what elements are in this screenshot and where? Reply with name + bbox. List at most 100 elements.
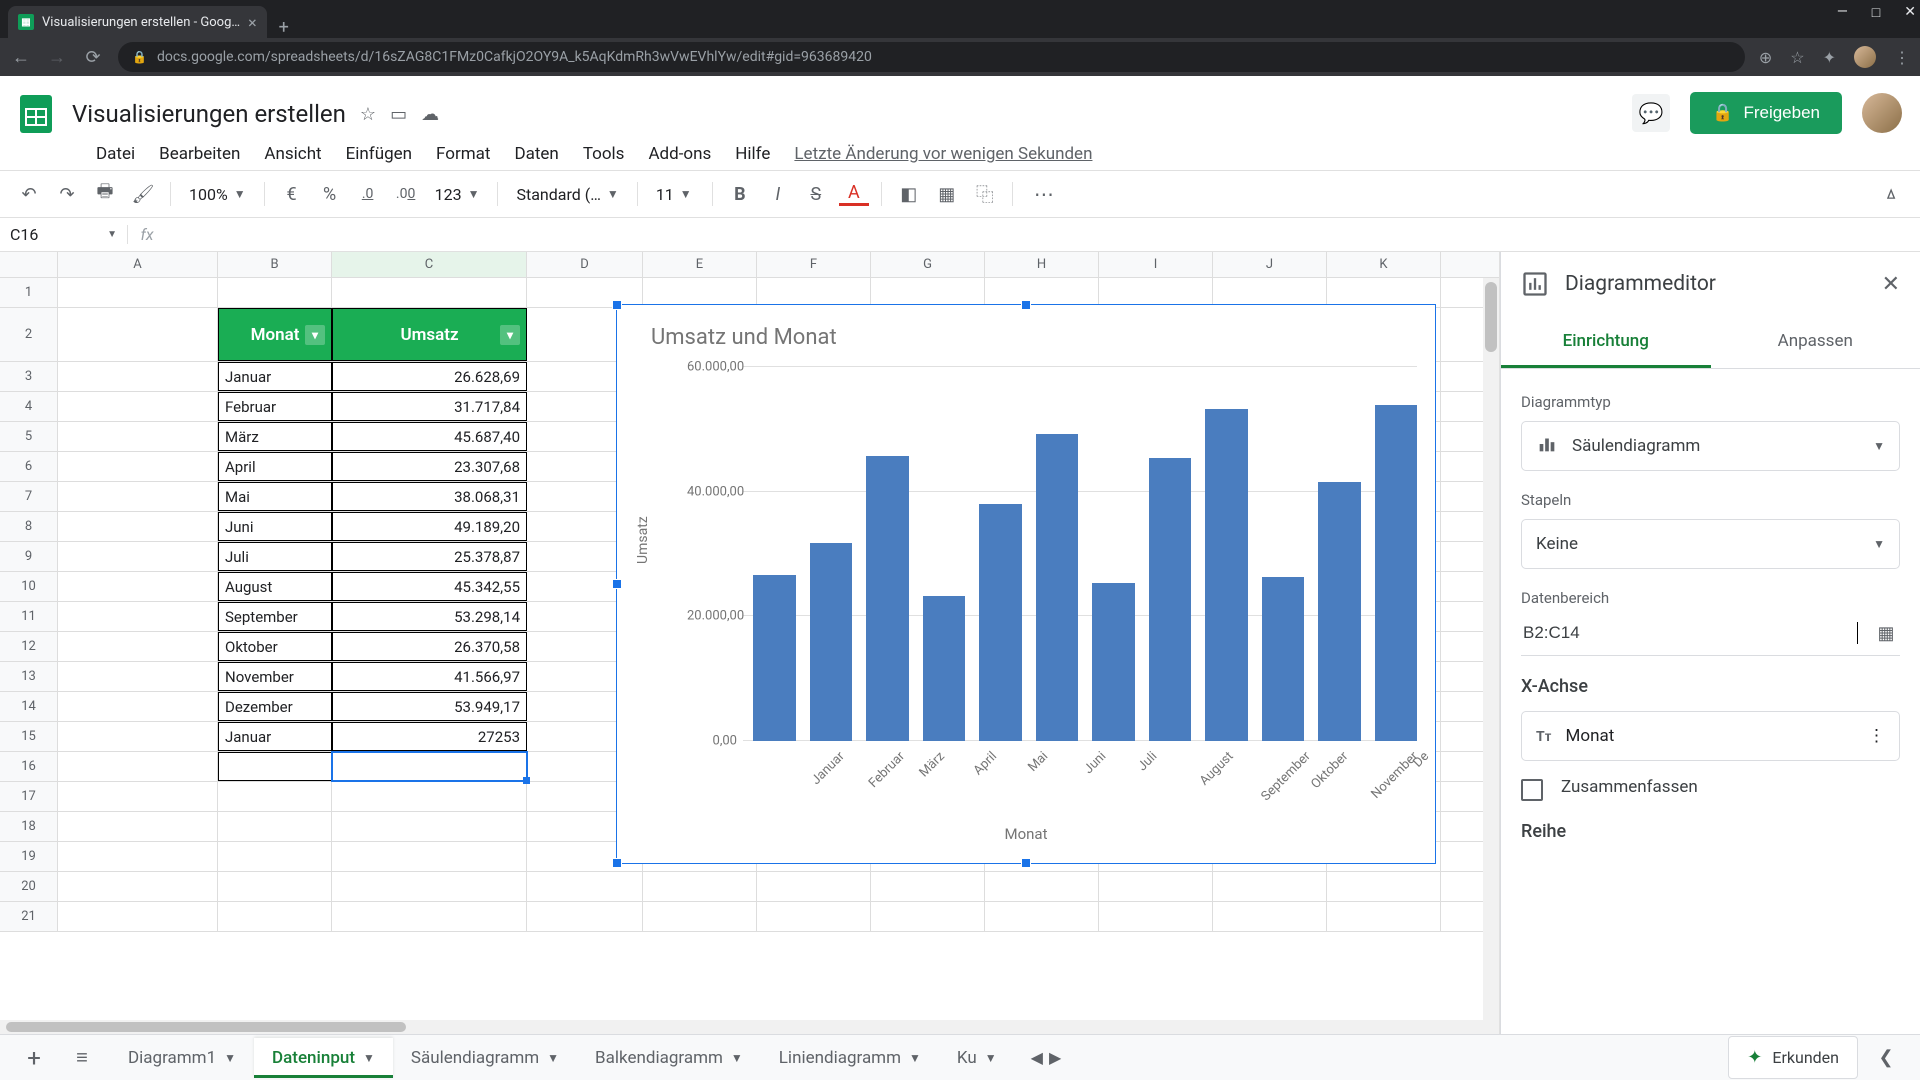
filter-icon[interactable]: ▾ xyxy=(305,325,325,345)
cell[interactable] xyxy=(1213,278,1327,307)
merge-icon[interactable]: ⿻ xyxy=(970,179,1000,209)
forward-icon[interactable]: → xyxy=(46,47,68,68)
cell[interactable] xyxy=(527,902,643,931)
cell[interactable] xyxy=(527,278,643,307)
expand-side-panel-icon[interactable]: ❮ xyxy=(1866,1047,1906,1068)
menu-addons[interactable]: Add-ons xyxy=(648,144,711,164)
menu-bearbeiten[interactable]: Bearbeiten xyxy=(159,144,240,164)
all-sheets-icon[interactable]: ≡ xyxy=(62,1045,102,1070)
more-toolbar-icon[interactable]: ⋯ xyxy=(1029,179,1059,209)
font-size-select[interactable]: 11▼ xyxy=(650,185,700,204)
back-icon[interactable]: ← xyxy=(10,47,32,68)
cell[interactable] xyxy=(58,308,218,361)
document-title[interactable]: Visualisierungen erstellen xyxy=(72,100,346,128)
chart-title[interactable]: Umsatz und Monat xyxy=(651,325,1423,350)
sheet-tab[interactable]: Balkendiagramm▼ xyxy=(577,1038,761,1078)
sheet-tab[interactable]: Liniendiagramm▼ xyxy=(761,1038,939,1078)
cell[interactable] xyxy=(757,902,871,931)
row-header[interactable]: 2 xyxy=(0,308,58,361)
comments-button[interactable]: 💬 xyxy=(1632,94,1670,132)
strike-icon[interactable]: S xyxy=(801,179,831,209)
row-header[interactable]: 5 xyxy=(0,422,58,451)
cell[interactable] xyxy=(58,842,218,871)
cell[interactable] xyxy=(218,278,332,307)
row-header[interactable]: 21 xyxy=(0,902,58,931)
font-select[interactable]: Standard (…▼ xyxy=(510,185,624,204)
menu-einfuegen[interactable]: Einfügen xyxy=(346,144,412,164)
col-header[interactable]: E xyxy=(643,252,757,277)
row-header[interactable]: 4 xyxy=(0,392,58,421)
cell[interactable] xyxy=(218,902,332,931)
cell[interactable] xyxy=(332,812,527,841)
cell[interactable]: April xyxy=(218,452,332,481)
resize-handle[interactable] xyxy=(612,300,622,310)
reload-icon[interactable]: ⟳ xyxy=(82,47,104,68)
cell[interactable] xyxy=(332,842,527,871)
menu-ansicht[interactable]: Ansicht xyxy=(264,144,321,164)
cell[interactable] xyxy=(757,872,871,901)
cell[interactable]: Juni xyxy=(218,512,332,541)
menu-datei[interactable]: Datei xyxy=(96,144,135,164)
x-axis-field[interactable]: Tᴛ Monat ⋮ xyxy=(1521,711,1900,761)
row-header[interactable]: 15 xyxy=(0,722,58,751)
cell[interactable]: Monat▾ xyxy=(218,308,332,361)
chart-bar[interactable] xyxy=(810,543,853,741)
col-header[interactable]: I xyxy=(1099,252,1213,277)
cell[interactable]: März xyxy=(218,422,332,451)
cell[interactable]: Mai xyxy=(218,482,332,511)
cell[interactable]: 38.068,31 xyxy=(332,482,527,511)
cell[interactable]: 53.298,14 xyxy=(332,602,527,631)
cell[interactable] xyxy=(58,692,218,721)
cell[interactable] xyxy=(985,872,1099,901)
scroll-left-icon[interactable]: ◀ xyxy=(1031,1048,1043,1067)
cell[interactable] xyxy=(58,662,218,691)
cell[interactable] xyxy=(1099,902,1213,931)
col-header[interactable]: H xyxy=(985,252,1099,277)
zoom-icon[interactable]: ⊕ xyxy=(1759,48,1772,67)
select-range-icon[interactable]: ▦ xyxy=(1872,619,1900,647)
row-header[interactable]: 14 xyxy=(0,692,58,721)
cell[interactable]: Januar xyxy=(218,722,332,751)
resize-handle[interactable] xyxy=(612,858,622,868)
cell[interactable] xyxy=(1213,872,1327,901)
sheet-tab[interactable]: Dateninput▼ xyxy=(254,1038,393,1078)
menu-icon[interactable]: ⋮ xyxy=(1894,48,1910,67)
cell[interactable] xyxy=(332,752,527,781)
row-header[interactable]: 18 xyxy=(0,812,58,841)
close-tab-icon[interactable]: × xyxy=(248,13,257,32)
cell[interactable] xyxy=(871,278,985,307)
sheets-logo[interactable] xyxy=(10,78,62,148)
bold-icon[interactable]: B xyxy=(725,179,755,209)
cell[interactable] xyxy=(58,782,218,811)
undo-icon[interactable]: ↶ xyxy=(14,179,44,209)
row-header[interactable]: 13 xyxy=(0,662,58,691)
checkbox-icon[interactable] xyxy=(1521,779,1543,801)
cell[interactable] xyxy=(332,278,527,307)
cell[interactable] xyxy=(218,752,332,781)
cell[interactable]: 25.378,87 xyxy=(332,542,527,571)
sheet-tab[interactable]: Diagramm1▼ xyxy=(110,1038,254,1078)
horizontal-scrollbar[interactable] xyxy=(0,1020,1483,1034)
italic-icon[interactable]: I xyxy=(763,179,793,209)
cell[interactable] xyxy=(1327,872,1441,901)
cell[interactable] xyxy=(1327,278,1441,307)
cell[interactable] xyxy=(1099,278,1213,307)
move-icon[interactable]: ▭ xyxy=(390,104,407,125)
more-icon[interactable]: ⋮ xyxy=(1868,726,1885,746)
chart-bar[interactable] xyxy=(1262,577,1305,741)
cell[interactable] xyxy=(643,872,757,901)
address-bar[interactable]: 🔒 docs.google.com/spreadsheets/d/16sZAG8… xyxy=(118,42,1745,72)
collapse-toolbar-icon[interactable]: ㅿ xyxy=(1876,179,1906,209)
cell[interactable] xyxy=(58,422,218,451)
cell[interactable]: September xyxy=(218,602,332,631)
cell[interactable] xyxy=(218,782,332,811)
cell[interactable]: 23.307,68 xyxy=(332,452,527,481)
cell[interactable]: 26.370,58 xyxy=(332,632,527,661)
browser-tab[interactable]: ▦ Visualisierungen erstellen - Goog… × xyxy=(8,6,267,38)
sheet-tab[interactable]: Ku▼ xyxy=(939,1038,1015,1078)
cell[interactable]: November xyxy=(218,662,332,691)
formula-input[interactable] xyxy=(166,218,1920,251)
col-header[interactable]: G xyxy=(871,252,985,277)
row-header[interactable]: 20 xyxy=(0,872,58,901)
resize-handle[interactable] xyxy=(1021,858,1031,868)
